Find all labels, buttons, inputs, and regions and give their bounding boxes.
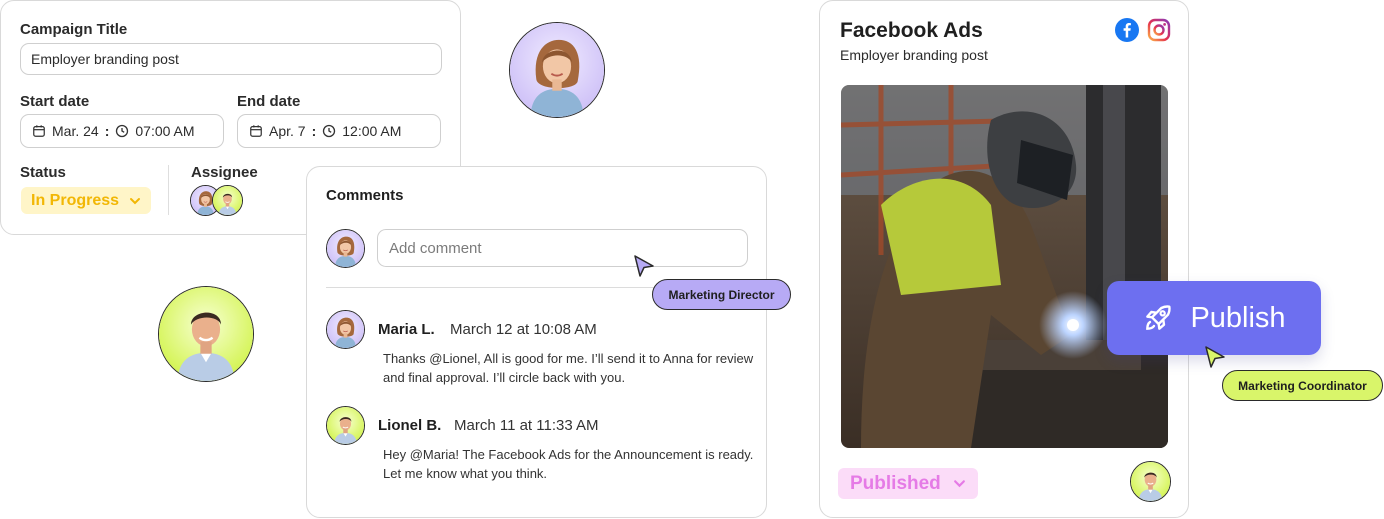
add-comment-input[interactable]: Add comment xyxy=(377,229,748,267)
comments-title: Comments xyxy=(326,187,404,204)
marketing-director-tag: Marketing Director xyxy=(652,279,791,310)
ad-platform-title: Facebook Ads xyxy=(840,19,983,42)
clock-icon xyxy=(323,124,336,138)
comment-text: Thanks @Lionel, All is good for me. I’ll… xyxy=(383,351,754,385)
chevron-down-icon xyxy=(130,197,141,204)
marketing-coordinator-tag: Marketing Coordinator xyxy=(1222,370,1383,401)
calendar-icon xyxy=(250,125,262,137)
clock-icon xyxy=(116,124,129,138)
comment-author-avatar xyxy=(326,406,365,445)
avatar-marketing-coordinator xyxy=(158,286,254,382)
rocket-icon xyxy=(1146,305,1172,330)
assignee-avatar-lionel[interactable] xyxy=(212,185,243,216)
ad-image xyxy=(841,85,1168,448)
end-date-field[interactable]: Apr. 7 : 12:00 AM xyxy=(237,114,441,148)
date-time-separator: : xyxy=(311,123,317,139)
assignee-label: Assignee xyxy=(191,164,258,181)
end-time-value: 12:00 AM xyxy=(342,123,402,139)
calendar-icon xyxy=(33,125,45,137)
divider xyxy=(168,165,169,215)
campaign-title-label: Campaign Title xyxy=(20,21,128,38)
status-dropdown[interactable]: In Progress xyxy=(21,187,152,214)
cursor-icon xyxy=(633,254,655,278)
campaign-title-value: Employer branding post xyxy=(31,51,179,67)
start-time-value: 07:00 AM xyxy=(135,123,195,139)
chevron-down-icon xyxy=(953,480,965,488)
ad-owner-avatar xyxy=(1130,461,1171,502)
ad-subtitle: Employer branding post xyxy=(840,47,988,63)
publish-button-label: Publish xyxy=(1190,301,1286,334)
comments-card: Comments Add comment Maria L. March 12 a… xyxy=(306,166,767,518)
publish-status-dropdown[interactable]: Published xyxy=(838,468,978,499)
cursor-icon xyxy=(1204,345,1226,369)
comment-author: Lionel B. xyxy=(378,417,442,434)
publish-status-value: Published xyxy=(850,472,941,494)
instagram-icon[interactable] xyxy=(1147,18,1171,42)
date-time-separator: : xyxy=(104,123,110,139)
publish-button[interactable]: Publish xyxy=(1107,281,1321,355)
comment-text: Hey @Maria! The Facebook Ads for the Ann… xyxy=(383,447,754,481)
comment-author-avatar xyxy=(326,310,365,349)
start-date-field[interactable]: Mar. 24 : 07:00 AM xyxy=(20,114,224,148)
comment-author: Maria L. xyxy=(378,321,435,338)
end-date-value: Apr. 7 xyxy=(269,123,306,139)
status-label: Status xyxy=(20,164,66,181)
start-date-value: Mar. 24 xyxy=(52,123,99,139)
comment-date: March 12 at 10:08 AM xyxy=(450,321,597,338)
add-comment-placeholder: Add comment xyxy=(389,239,482,257)
comment-date: March 11 at 11:33 AM xyxy=(454,417,599,434)
end-date-label: End date xyxy=(237,93,301,110)
facebook-icon[interactable] xyxy=(1115,18,1139,42)
current-user-avatar xyxy=(326,229,365,268)
avatar-marketing-director xyxy=(509,22,605,118)
campaign-title-input[interactable]: Employer branding post xyxy=(20,43,442,75)
facebook-ad-preview-card: Facebook Ads Employer branding post Publ… xyxy=(819,0,1189,518)
start-date-label: Start date xyxy=(20,93,90,110)
status-value: In Progress xyxy=(31,191,120,209)
